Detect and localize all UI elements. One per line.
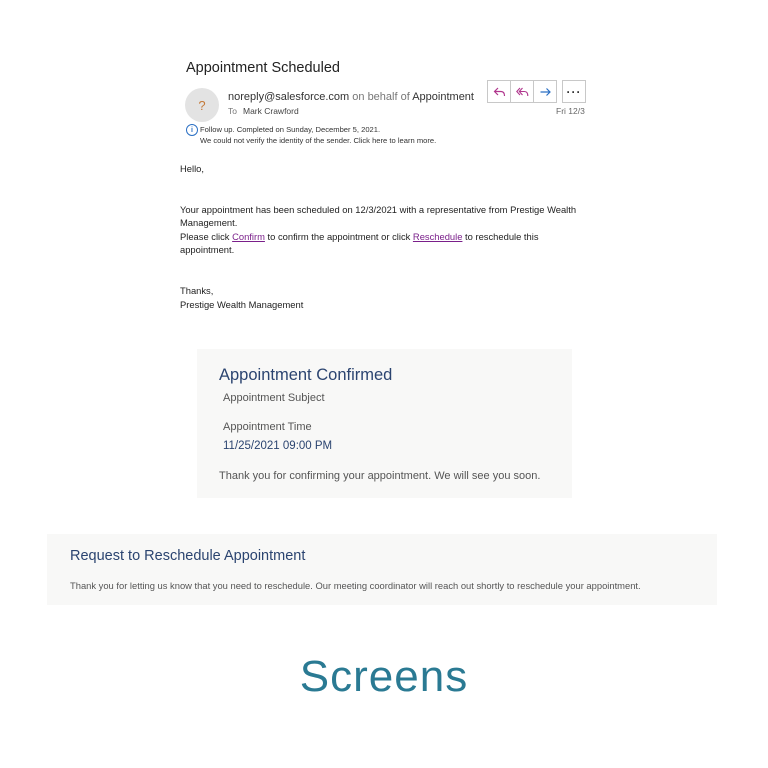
sender-line[interactable]: noreply@salesforce.com on behalf of Appo… [228,91,474,103]
message-date: Fri 12/3 [556,106,585,116]
sender-name: Appointments [412,91,474,103]
email-body: Hello, Your appointment has been schedul… [180,162,580,311]
appointment-time-label: Appointment Time [223,421,312,433]
signature: Prestige Wealth Management [180,298,304,310]
reschedule-title: Request to Reschedule Appointment [70,548,306,564]
follow-up-text: Follow up. Completed on Sunday, December… [200,125,381,134]
greeting: Hello, [180,163,204,174]
confirm-link[interactable]: Confirm [232,231,265,242]
sender-avatar: ? [185,88,219,122]
sender-address: noreply@salesforce.com [228,91,350,103]
appointment-subject: Appointment Subject [223,392,325,404]
more-actions-button[interactable]: ··· [562,80,586,103]
body-action-line: Please click Confirm to confirm the appo… [180,230,580,257]
confirmation-title: Appointment Confirmed [219,366,393,384]
reply-all-icon [515,87,528,96]
sender-warning-text[interactable]: We could not verify the identity of the … [200,136,436,147]
to-label: To [228,106,237,116]
message-actions [487,80,557,103]
screens-caption: Screens [299,652,469,701]
recipient-name: Mark Crawford [242,106,299,116]
confirmation-message: Thank you for confirming your appointmen… [219,470,541,482]
body-scheduled-line: Your appointment has been scheduled on 1… [180,203,577,229]
forward-button[interactable] [534,81,556,102]
reschedule-message: Thank you for letting us know that you n… [70,580,641,591]
confirmation-panel: Appointment Confirmed Appointment Subjec… [197,349,572,498]
reply-icon [493,87,505,96]
body-pre-text: Please click [180,230,233,242]
more-icon: ··· [566,84,582,99]
sender-on-behalf: on behalf of [349,91,413,103]
appointment-time-value: 11/25/2021 09:00 PM [223,440,333,452]
info-icon: i [186,124,198,136]
body-mid-text: to confirm the appointment or click [264,230,413,242]
info-banner[interactable]: Follow up. Completed on Sunday, December… [200,125,436,146]
reschedule-panel: Request to Reschedule Appointment Thank … [47,534,717,605]
forward-icon [540,87,551,96]
email-subject: Appointment Scheduled [186,60,340,76]
reply-button[interactable] [488,81,511,102]
email-message: Appointment Scheduled ? noreply@salesfor… [172,52,592,320]
reschedule-link[interactable]: Reschedule [413,231,463,242]
reply-all-button[interactable] [511,81,534,102]
recipient-line: To Mark Crawford [228,106,299,116]
signoff: Thanks, [180,284,214,296]
